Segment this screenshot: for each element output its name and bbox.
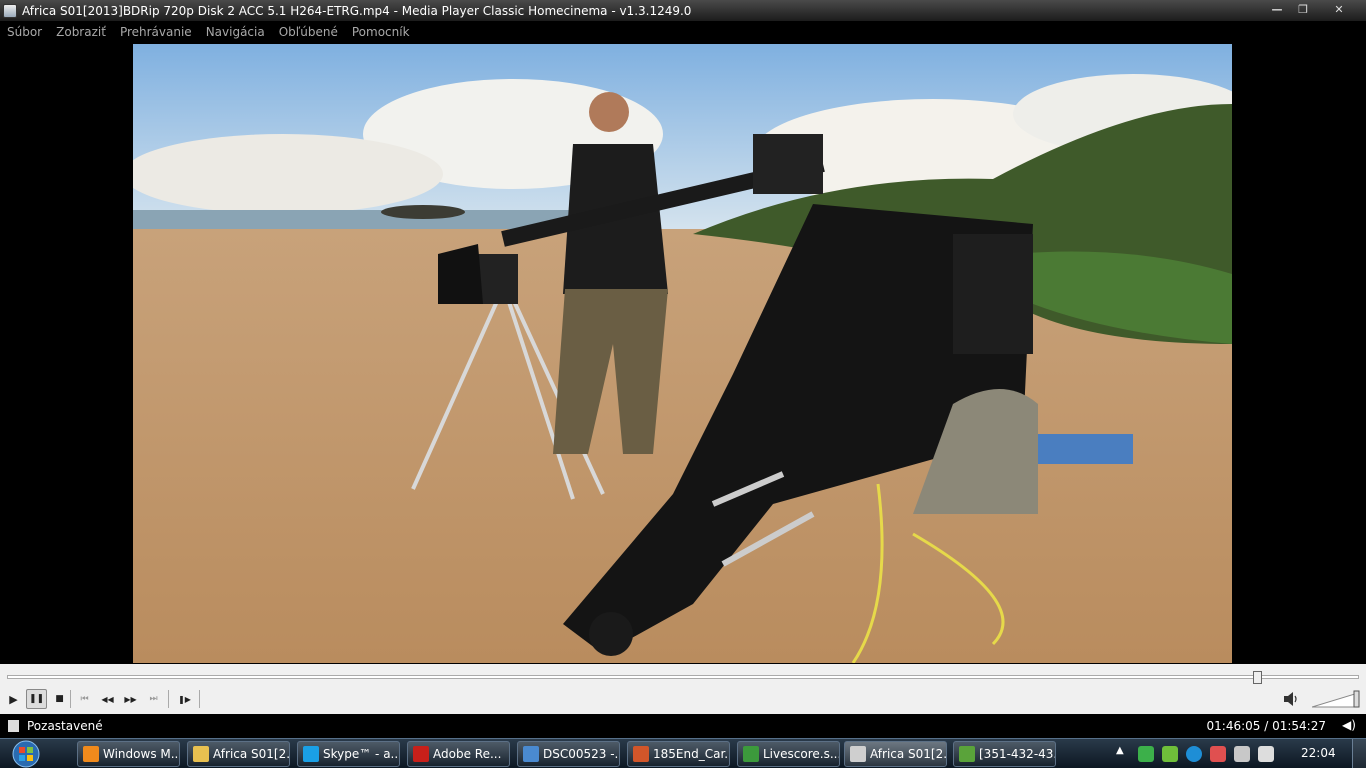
taskbar-button[interactable]: Adobe Re... [407,741,510,767]
media-player-icon [83,746,99,762]
volume-icon[interactable] [1281,689,1301,709]
taskbar-button-label: Skype™ - a... [323,747,400,761]
menu-favorites[interactable]: Obľúbené [279,25,338,39]
show-desktop-button[interactable] [1352,739,1366,768]
tray-network-app-icon[interactable] [1162,746,1178,762]
taskbar-button[interactable]: [351-432-43... [953,741,1056,767]
mpc-app-icon[interactable] [3,3,17,18]
stop-button[interactable]: ■ [49,689,70,709]
tray-volume-icon[interactable] [1258,746,1274,762]
toolbar-separator [199,690,200,708]
taskbar-button-label: [351-432-43... [979,747,1055,761]
menu-view[interactable]: Zobraziť [56,25,106,39]
skype-icon [303,746,319,762]
taskbar-button-label: Africa S01[2... [213,747,290,761]
video-area[interactable] [0,43,1366,664]
taskbar: Windows M... Africa S01[2... Skype™ - a...… [0,738,1366,768]
menu-help[interactable]: Pomocník [352,25,410,39]
menu-file[interactable]: Súbor [7,25,42,39]
next-button[interactable]: ⏭ [143,689,164,709]
tray-overflow-arrow[interactable]: ▲ [1116,745,1124,756]
taskbar-button-label: 185End_Car... [653,747,730,761]
taskbar-button[interactable]: Africa S01[2... [844,741,947,767]
tray-usb-icon[interactable] [1210,746,1226,762]
playback-controls: ▶ ❚❚ ■ ⏮ ◀◀ ▶▶ ⏭ ❚▶ [0,664,1366,714]
window-buttons: — ❐ ✕ [1264,0,1362,18]
chrome-icon [743,746,759,762]
audio-status-icon[interactable]: ◀) [1342,718,1360,734]
folder-icon [193,746,209,762]
window-title: Africa S01[2013]BDRip 720p Disk 2 ACC 5.… [22,3,692,18]
play-button[interactable]: ▶ [3,689,24,709]
maximize-button[interactable]: ❐ [1290,0,1316,18]
taskbar-button[interactable]: DSC00523 -... [517,741,620,767]
menu-play[interactable]: Prehrávanie [120,25,192,39]
adobe-reader-icon [413,746,429,762]
taskbar-button-label: Adobe Re... [433,747,502,761]
fast-forward-button[interactable]: ▶▶ [120,689,141,709]
taskbar-button-label: Windows M... [103,747,180,761]
spreadsheet-icon [959,746,975,762]
status-bar: Pozastavené 01:46:05 / 01:54:27 ◀) [0,714,1366,738]
minimize-button[interactable]: — [1264,0,1290,18]
title-bar: Africa S01[2013]BDRip 720p Disk 2 ACC 5.… [0,0,1366,21]
taskbar-button-label: Africa S01[2... [870,747,947,761]
frame-step-button[interactable]: ❚▶ [174,689,195,709]
start-button[interactable] [6,739,46,768]
status-text: Pozastavené [27,719,103,733]
video-still-beach-camera-crane [133,44,1232,663]
taskbar-button[interactable]: Africa S01[2... [187,741,290,767]
menu-bar: Súbor Zobraziť Prehrávanie Navigácia Obľ… [0,21,1366,42]
video-frame[interactable] [133,44,1232,663]
toolbar-separator [70,690,71,708]
tray-action-center-icon[interactable] [1234,746,1250,762]
tray-sync-icon[interactable] [1186,746,1202,762]
taskbar-button[interactable]: Skype™ - a... [297,741,400,767]
volume-slider[interactable] [1312,690,1360,708]
image-viewer-icon [523,746,539,762]
menu-navigate[interactable]: Navigácia [206,25,265,39]
taskbar-button-label: Livescore.s... [763,747,840,761]
powerpoint-icon [633,746,649,762]
taskbar-button[interactable]: 185End_Car... [627,741,730,767]
mpc-icon [850,746,866,762]
taskbar-button[interactable]: Livescore.s... [737,741,840,767]
rewind-button[interactable]: ◀◀ [97,689,118,709]
tray-app-icon[interactable] [1138,746,1154,762]
clock[interactable]: 22:04 [1301,746,1336,760]
previous-button[interactable]: ⏮ [74,689,95,709]
seek-bar[interactable] [7,671,1359,684]
pause-button[interactable]: ❚❚ [26,689,47,709]
toolbar-separator [168,690,169,708]
time-display[interactable]: 01:46:05 / 01:54:27 [1207,719,1326,733]
status-icon [8,720,19,732]
seek-handle[interactable] [1252,671,1262,684]
taskbar-button[interactable]: Windows M... [77,741,180,767]
taskbar-button-label: DSC00523 -... [543,747,620,761]
close-button[interactable]: ✕ [1316,0,1362,18]
